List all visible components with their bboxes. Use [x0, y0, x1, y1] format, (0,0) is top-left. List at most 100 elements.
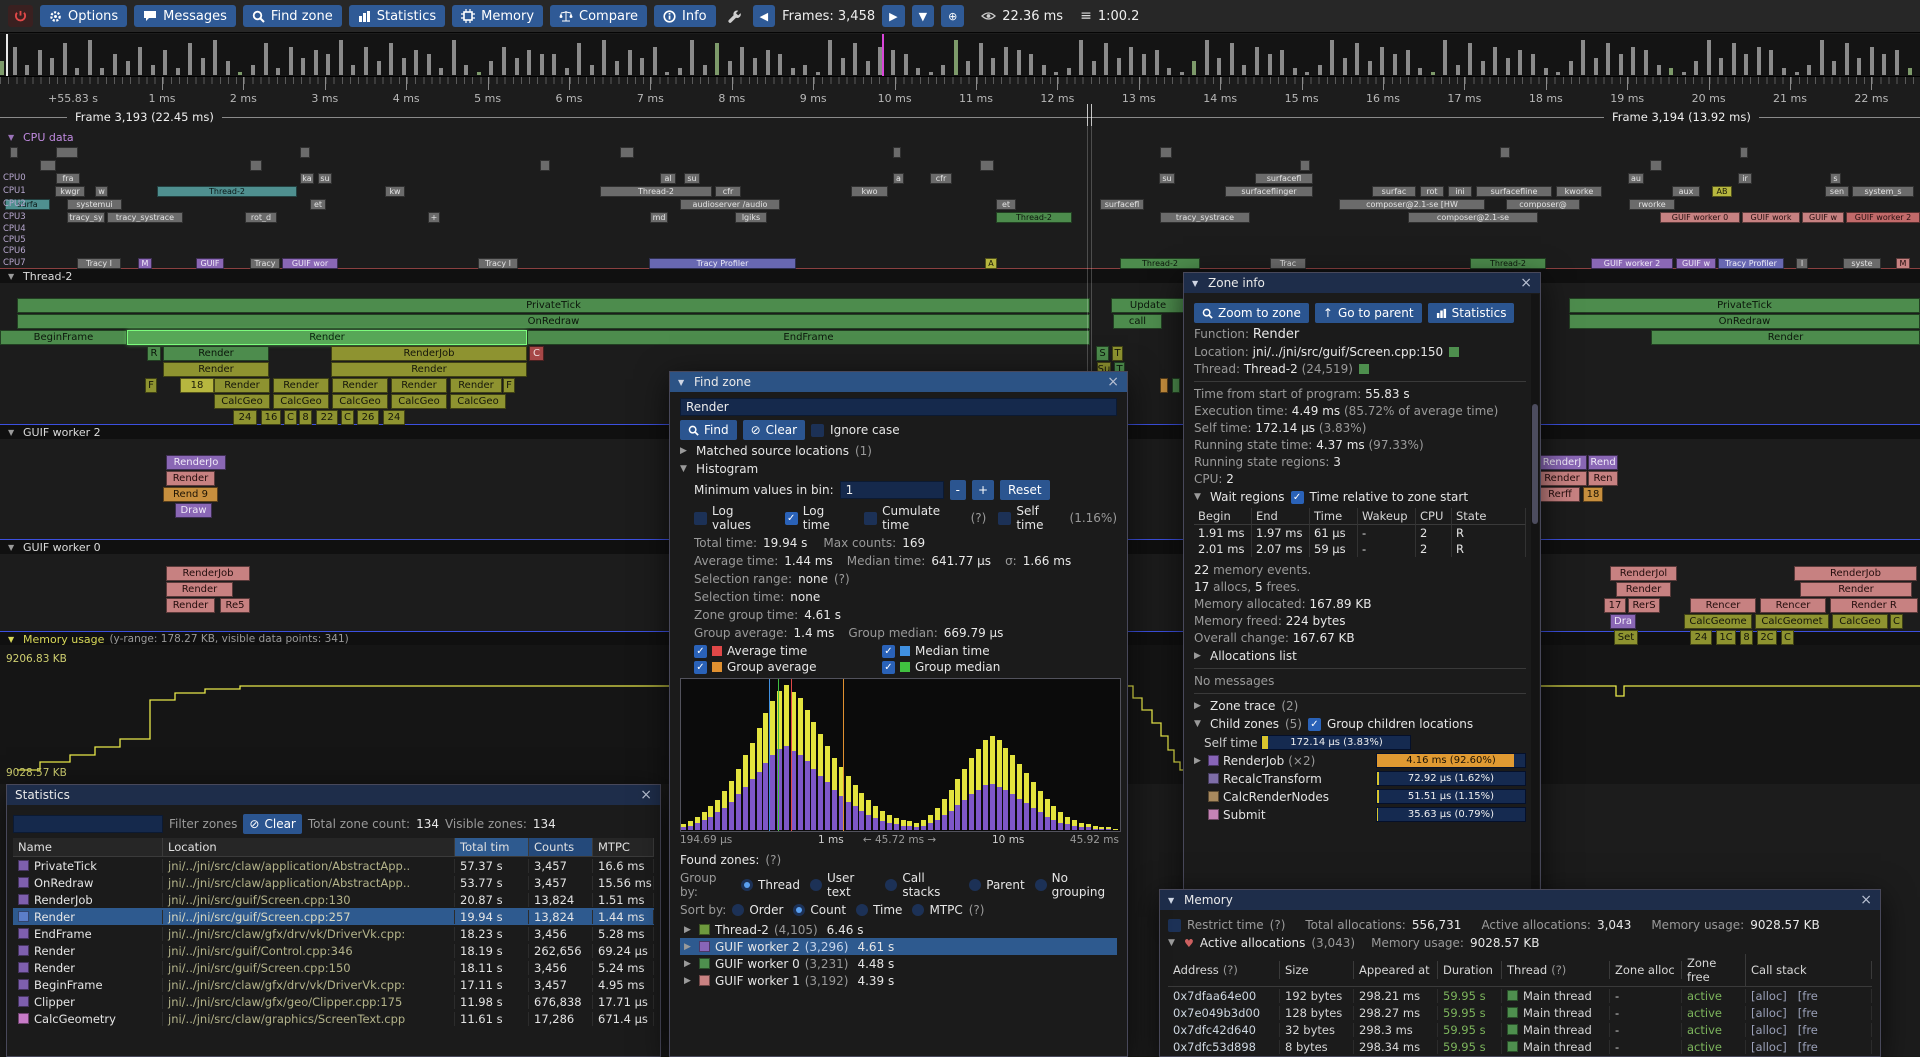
timeline-zone[interactable]: lgiks [735, 212, 767, 223]
find-zone-window-titlebar[interactable]: ▼ Find zone × [670, 372, 1127, 392]
timeline-zone[interactable]: 8 [1740, 630, 1753, 645]
timeline-zone[interactable]: composer@2.1-se [HW [1339, 199, 1485, 210]
power-button[interactable] [8, 5, 33, 27]
allocations-table-header[interactable]: Address(?)SizeAppeared atDurationThread(… [1168, 954, 1872, 987]
mem-column-address[interactable]: Address(?) [1168, 961, 1280, 979]
timeline-zone[interactable]: kw [385, 186, 405, 197]
timeline-zone[interactable]: Dra [1610, 614, 1636, 629]
timeline-zone[interactable]: GUIF w [1802, 212, 1844, 223]
frames-dropdown-button[interactable]: ▼ [912, 5, 934, 27]
filter-zones-input[interactable] [13, 815, 163, 833]
timeline-zone[interactable]: cfr [930, 173, 952, 184]
timeline-zone[interactable]: RenderJol [1610, 566, 1677, 581]
stats-column-location[interactable]: Location [163, 838, 455, 856]
stats-column-counts[interactable]: Counts [529, 838, 593, 856]
close-icon[interactable]: × [640, 788, 652, 802]
timeline-zone[interactable]: ir [1738, 173, 1752, 184]
timeline-zone[interactable]: RenderJob [1794, 566, 1917, 581]
timeline-zone[interactable] [1160, 378, 1168, 393]
mem-column-zone-free[interactable]: Zone free [1682, 954, 1746, 986]
timeline-zone[interactable]: RenderJ [1537, 455, 1587, 470]
timeline-zone[interactable]: 8 [299, 410, 312, 425]
time-relative-checkbox[interactable] [1291, 491, 1304, 504]
timeline-zone[interactable] [300, 147, 310, 158]
timeline-zone[interactable]: CalcGeome [1684, 614, 1752, 629]
timeline-zone[interactable]: md [650, 212, 668, 223]
decrement-button[interactable]: - [950, 480, 966, 500]
legend-average-time[interactable]: Average time [694, 644, 874, 658]
checkbox[interactable] [694, 645, 707, 658]
timeline-zone[interactable]: I [1796, 258, 1808, 269]
wrench-icon[interactable] [723, 9, 746, 24]
timeline-zone[interactable]: T [1112, 346, 1123, 361]
timeline-zone[interactable]: su [684, 173, 700, 184]
zoom-to-zone-button[interactable]: Zoom to zone [1194, 303, 1309, 323]
timeline-zone[interactable]: systemui [67, 199, 122, 210]
allocation-row[interactable]: 0x7dfc53d8988 bytes298.34 ms59.95 sMain … [1168, 1038, 1872, 1055]
timeline-zone[interactable]: et [996, 199, 1016, 210]
timeline-zone[interactable]: Render [391, 378, 447, 393]
timeline-zone[interactable]: surfacefl [1255, 173, 1313, 184]
timeline-zone[interactable]: 24 [383, 410, 405, 425]
frame-minimap[interactable] [0, 34, 1920, 77]
group-children-checkbox[interactable] [1308, 718, 1321, 731]
zone-search-input[interactable] [680, 398, 1117, 416]
scrollbar[interactable] [1531, 294, 1539, 907]
timeline-zone[interactable]: S [1096, 346, 1109, 361]
timeline-zone[interactable]: aux [1672, 186, 1700, 197]
active-allocations-header[interactable]: ▼ ♥ Active allocations (3,043) Memory us… [1168, 936, 1872, 950]
statistics-button[interactable]: Statistics [349, 5, 445, 27]
zone-info-window[interactable]: ▼ Zone info × Zoom to zone ↑Go to parent… [1183, 272, 1541, 909]
compare-button[interactable]: Compare [550, 5, 647, 27]
timeline-zone[interactable]: ka [300, 173, 314, 184]
timeline-zone[interactable]: C [341, 410, 354, 425]
timeline-zone[interactable]: RerS [1628, 598, 1660, 613]
found-zone-group[interactable]: ▶Thread-2(4,105)6.46 s [680, 921, 1117, 938]
info-button[interactable]: Info [654, 5, 716, 27]
zone-trace-header[interactable]: ▶ Zone trace (2) [1194, 699, 1526, 713]
timeline-zone[interactable]: BeginFrame [0, 330, 127, 345]
timeline-zone[interactable]: fra [56, 173, 80, 184]
timeline-zone[interactable]: GUIF worker 2 [1846, 212, 1920, 223]
group-by-thread[interactable]: Thread [741, 871, 800, 899]
timeline-zone[interactable]: w [95, 186, 108, 197]
timeline-zone[interactable]: Rend [1588, 455, 1618, 470]
timeline-zone[interactable]: PrivateTick [17, 298, 1090, 313]
timeline-zone[interactable]: Tracy Profiler [1718, 258, 1784, 269]
timeline-zone[interactable]: Render [1651, 330, 1920, 345]
timeline-zone[interactable]: GUIF worker 0 [1660, 212, 1740, 223]
timeline-zone[interactable] [1740, 147, 1748, 158]
timeline-zone[interactable]: Tracy [250, 258, 280, 269]
radio-button[interactable] [969, 879, 981, 891]
timeline-zone[interactable]: Tracy I [478, 258, 518, 269]
timeline-zone[interactable]: PrivateTick [1569, 298, 1920, 313]
timeline-zone[interactable]: Update [1111, 298, 1185, 313]
timeline-zone[interactable]: GUIF [196, 258, 224, 269]
find-button[interactable]: Find [680, 420, 737, 440]
check-log-time[interactable]: Log time [785, 504, 852, 532]
checkbox[interactable] [864, 512, 877, 525]
memory-window-titlebar[interactable]: ▼ Memory × [1160, 890, 1880, 910]
timeline-zone[interactable]: Rerff [1540, 487, 1580, 502]
timeline-zone[interactable]: 2C [1757, 630, 1777, 645]
radio-button[interactable] [885, 879, 897, 891]
timeline-zone[interactable]: GUIF w [1676, 258, 1716, 269]
time-ruler[interactable]: 1 ms2 ms3 ms4 ms5 ms6 ms7 ms8 ms9 ms10 m… [0, 77, 1920, 109]
child-zone-row[interactable]: ▶RecalcTransform72.92 μs (1.62%) [1194, 771, 1526, 786]
timeline-zone[interactable]: audioserver /audio [680, 199, 780, 210]
timeline-zone[interactable]: composer@2.1-se [1408, 212, 1538, 223]
timeline-zone[interactable] [1300, 160, 1310, 171]
min-values-input[interactable] [840, 481, 944, 499]
timeline-zone[interactable]: rot_d [245, 212, 277, 223]
frame-label-right[interactable]: Frame 3,194 (13.92 ms) [1604, 110, 1759, 124]
close-icon[interactable]: × [1107, 375, 1119, 389]
timeline-zone[interactable]: Ren [1588, 471, 1618, 486]
restrict-time-checkbox[interactable] [1168, 919, 1181, 932]
radio-button[interactable] [912, 904, 924, 916]
timeline-zone[interactable]: Thread-2 [600, 186, 712, 197]
mem-column-thread[interactable]: Thread(?) [1502, 961, 1610, 979]
timeline-zone[interactable]: rot [1420, 186, 1444, 197]
timeline-zone[interactable]: s [1830, 173, 1841, 184]
timeline-zone[interactable]: 22 [316, 410, 338, 425]
timeline-zone[interactable]: OnRedraw [17, 314, 1090, 329]
